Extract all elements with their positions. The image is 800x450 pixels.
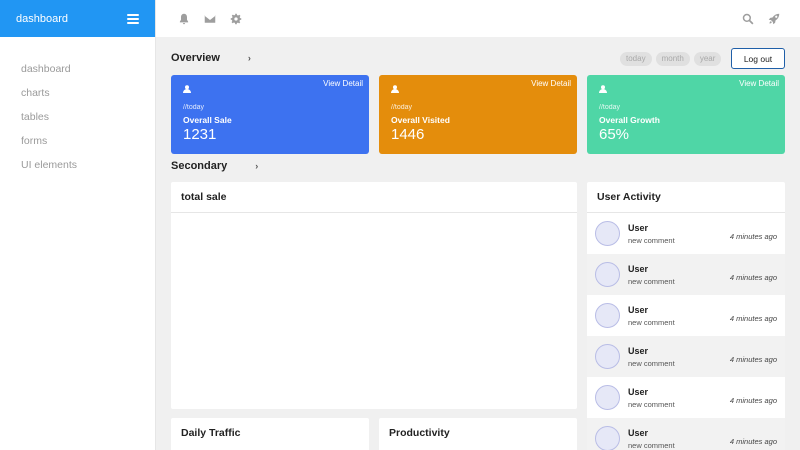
daily-traffic-panel: Daily Traffic xyxy=(171,418,369,450)
overview-title: Overview xyxy=(171,52,220,64)
user-activity-panel: User Activity User new comment 4 minutes … xyxy=(587,182,785,450)
hamburger-menu-icon[interactable] xyxy=(127,13,139,24)
filter-year[interactable]: year xyxy=(693,52,722,66)
filter-today[interactable]: today xyxy=(620,52,652,66)
card-value: 1446 xyxy=(391,126,425,143)
chevron-right-icon[interactable]: › xyxy=(248,53,251,63)
avatar xyxy=(595,344,620,369)
card-label: Overall Growth xyxy=(599,115,660,125)
view-detail-link[interactable]: View Detail xyxy=(323,79,363,88)
activity-time: 4 minutes ago xyxy=(729,273,777,282)
gear-icon[interactable] xyxy=(230,13,242,25)
sidebar-item-ui-elements[interactable]: UI elements xyxy=(0,153,155,177)
activity-user: User xyxy=(628,222,649,233)
activity-user: User xyxy=(628,345,649,356)
topbar xyxy=(156,0,800,37)
time-filters: today month year xyxy=(620,52,722,66)
overview-header: Overview › xyxy=(171,52,251,64)
activity-user: User xyxy=(628,304,649,315)
card-period: //today xyxy=(599,104,621,111)
view-detail-link[interactable]: View Detail xyxy=(531,79,571,88)
stat-card-visited: View Detail //today Overall Visited 1446 xyxy=(379,75,577,154)
activity-time: 4 minutes ago xyxy=(729,314,777,323)
brand-title[interactable]: dashboard xyxy=(16,13,68,25)
avatar xyxy=(595,262,620,287)
user-icon xyxy=(391,80,399,93)
card-value: 1231 xyxy=(183,126,217,143)
activity-desc: new comment xyxy=(628,317,675,327)
productivity-panel: Productivity xyxy=(379,418,577,450)
activity-time: 4 minutes ago xyxy=(729,355,777,364)
list-item[interactable]: User new comment 4 minutes ago xyxy=(587,213,785,254)
panel-title: User Activity xyxy=(587,182,785,213)
bell-icon[interactable] xyxy=(178,13,190,25)
stat-card-growth: View Detail //today Overall Growth 65% xyxy=(587,75,785,154)
sidebar: dashboard dashboard charts tables forms … xyxy=(0,0,156,450)
card-value: 65% xyxy=(599,126,630,143)
envelope-icon[interactable] xyxy=(204,13,216,25)
card-label: Overall Visited xyxy=(391,115,450,125)
total-sale-panel: total sale xyxy=(171,182,577,409)
card-label: Overall Sale xyxy=(183,115,232,125)
stat-card-sale: View Detail //today Overall Sale 1231 xyxy=(171,75,369,154)
avatar xyxy=(595,385,620,410)
activity-time: 4 minutes ago xyxy=(729,232,777,241)
list-item[interactable]: User new comment 4 minutes ago xyxy=(587,295,785,336)
secondary-header: Secondary › xyxy=(171,160,258,172)
activity-desc: new comment xyxy=(628,399,675,409)
filter-month[interactable]: month xyxy=(655,52,690,66)
panel-title: total sale xyxy=(171,182,577,213)
panel-title: Daily Traffic xyxy=(181,427,241,439)
activity-desc: new comment xyxy=(628,276,675,286)
list-item[interactable]: User new comment 4 minutes ago xyxy=(587,418,785,450)
activity-user: User xyxy=(628,386,649,397)
sidebar-nav: dashboard charts tables forms UI element… xyxy=(0,37,155,177)
view-detail-link[interactable]: View Detail xyxy=(739,79,779,88)
list-item[interactable]: User new comment 4 minutes ago xyxy=(587,336,785,377)
topbar-left-icons xyxy=(178,13,242,25)
list-item[interactable]: User new comment 4 minutes ago xyxy=(587,254,785,295)
activity-desc: new comment xyxy=(628,235,675,245)
activity-time: 4 minutes ago xyxy=(729,437,777,446)
activity-time: 4 minutes ago xyxy=(729,396,777,405)
topbar-right-icons xyxy=(742,13,780,25)
user-icon xyxy=(599,80,607,93)
list-item[interactable]: User new comment 4 minutes ago xyxy=(587,377,785,418)
chevron-right-icon[interactable]: › xyxy=(255,161,258,171)
activity-list: User new comment 4 minutes ago User new co… xyxy=(587,213,785,450)
activity-user: User xyxy=(628,427,649,438)
rocket-icon[interactable] xyxy=(768,13,780,25)
avatar xyxy=(595,303,620,328)
activity-desc: new comment xyxy=(628,358,675,368)
sidebar-item-tables[interactable]: tables xyxy=(0,105,155,129)
secondary-title: Secondary xyxy=(171,160,228,172)
card-period: //today xyxy=(183,104,205,111)
activity-user: User xyxy=(628,263,649,274)
activity-desc: new comment xyxy=(628,440,675,450)
brand-bar: dashboard xyxy=(0,0,155,37)
logout-button[interactable]: Log out xyxy=(731,48,785,69)
panel-title: Productivity xyxy=(389,427,450,439)
user-icon xyxy=(183,80,191,93)
card-period: //today xyxy=(391,104,413,111)
sidebar-item-dashboard[interactable]: dashboard xyxy=(0,57,155,81)
avatar xyxy=(595,426,620,450)
avatar xyxy=(595,221,620,246)
sidebar-item-charts[interactable]: charts xyxy=(0,81,155,105)
search-icon[interactable] xyxy=(742,13,754,25)
sidebar-item-forms[interactable]: forms xyxy=(0,129,155,153)
